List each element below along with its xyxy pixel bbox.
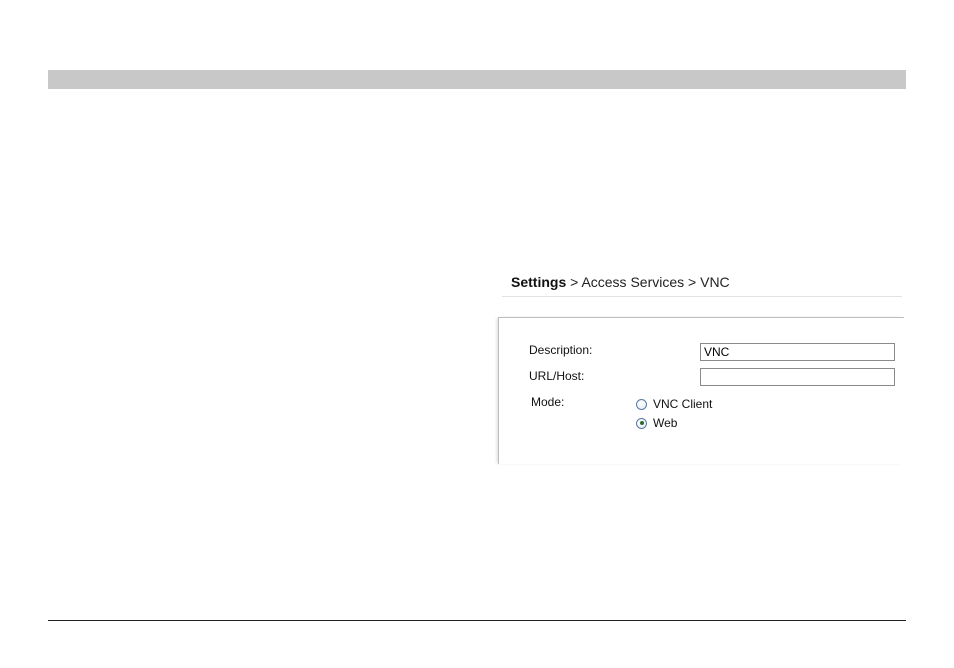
radio-web[interactable]: [636, 417, 647, 429]
url-host-label: URL/Host:: [529, 369, 585, 383]
breadcrumb-access-services[interactable]: Access Services: [581, 274, 684, 290]
mode-label: Mode:: [531, 395, 565, 409]
breadcrumb-vnc: VNC: [700, 274, 730, 290]
mode-option-vnc-client[interactable]: VNC Client: [636, 397, 712, 411]
breadcrumb-settings[interactable]: Settings: [511, 274, 566, 290]
breadcrumb-separator: >: [570, 274, 579, 290]
url-host-input[interactable]: [700, 368, 895, 386]
mode-option-label: Web: [653, 416, 678, 430]
mode-option-web[interactable]: Web: [636, 416, 677, 430]
breadcrumb-divider: [502, 296, 902, 297]
description-label: Description:: [529, 343, 593, 357]
radio-vnc-client[interactable]: [636, 398, 647, 410]
page-header-bar: [48, 70, 906, 89]
breadcrumb: Settings > Access Services > VNC: [511, 274, 730, 290]
breadcrumb-separator: >: [688, 274, 697, 290]
page-footer-rule: [48, 620, 906, 621]
vnc-form: Description: URL/Host: Mode: VNC Client …: [498, 317, 904, 464]
mode-option-label: VNC Client: [653, 397, 713, 411]
vnc-settings-panel: Settings > Access Services > VNC Descrip…: [490, 268, 904, 464]
description-input[interactable]: [700, 343, 895, 361]
